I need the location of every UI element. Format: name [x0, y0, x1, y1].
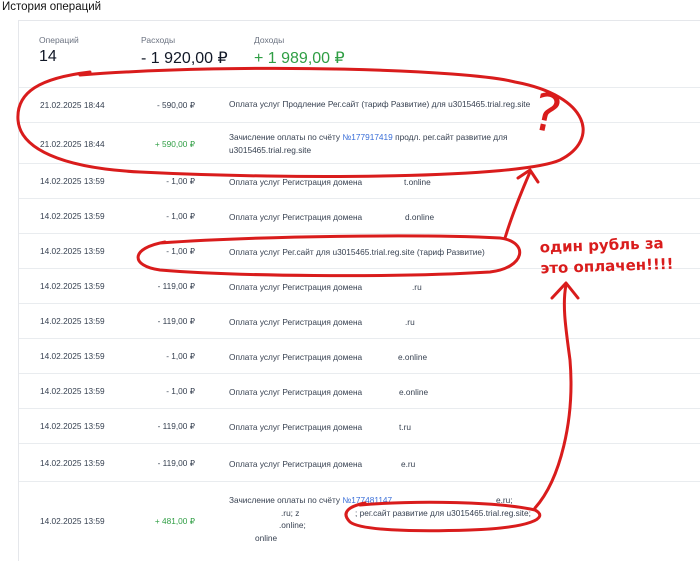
row-description: Оплата услуг Продление Рег.сайт (тариф Р…	[229, 99, 531, 109]
row-description: Оплата услуг Регистрация домена	[229, 459, 363, 469]
row-amount: - 1,00 ₽	[166, 211, 195, 221]
invoice-link[interactable]: №177481147	[342, 495, 392, 505]
row-amount: - 119,00 ₽	[157, 316, 195, 326]
desc-prefix: Зачисление оплаты по счёту	[229, 132, 343, 142]
domain-tail: t.online	[404, 177, 431, 187]
table-row[interactable]: 14.02.2025 13:59 - 1,00 ₽ Оплата услуг Р…	[19, 338, 700, 374]
table-row[interactable]: 21.02.2025 18:44 + 590,00 ₽ Зачисление о…	[19, 122, 700, 164]
row-description: Оплата услуг Регистрация домена	[229, 387, 363, 397]
table-row[interactable]: 14.02.2025 13:59 - 1,00 ₽ Оплата услуг Р…	[19, 163, 700, 199]
row-date: 14.02.2025 13:59	[40, 246, 105, 256]
row-amount: - 119,00 ₽	[157, 421, 195, 431]
domain-tail: t.ru	[399, 422, 411, 432]
row-date: 14.02.2025 13:59	[40, 211, 105, 221]
desc-tail: e.ru;	[496, 495, 513, 505]
summary-income: Доходы + 1 989,00 ₽	[254, 35, 345, 68]
domain-tail: d.online	[405, 212, 435, 222]
row-amount: - 119,00 ₽	[157, 281, 195, 291]
row-date: 14.02.2025 13:59	[40, 421, 105, 431]
row-description: Зачисление оплаты по счёту №177481147	[229, 494, 392, 507]
row-date: 14.02.2025 13:59	[40, 176, 105, 186]
row-amount: - 1,00 ₽	[166, 351, 195, 361]
row-amount: - 590,00 ₽	[156, 100, 195, 110]
income-total: + 1 989,00 ₽	[254, 50, 345, 67]
summary-expenses: Расходы - 1 920,00 ₽	[141, 35, 228, 68]
expenses-total: - 1 920,00 ₽	[141, 50, 228, 67]
domain-tail: e.online	[399, 387, 429, 397]
desc-line2: u3015465.trial.reg.site	[229, 144, 312, 155]
table-row[interactable]: 14.02.2025 13:59 + 481,00 ₽ Зачисление о…	[19, 481, 700, 562]
row-amount: - 1,00 ₽	[166, 246, 195, 256]
expenses-label: Расходы	[141, 35, 176, 45]
table-row[interactable]: 14.02.2025 13:59 - 119,00 ₽ Оплата услуг…	[19, 408, 700, 444]
domain-tail: e.ru	[401, 459, 416, 469]
row-description: Оплата услуг Регистрация домена	[229, 282, 363, 292]
desc-line3: .online;	[279, 520, 306, 530]
summary-operations: Операций 14	[39, 35, 79, 66]
row-date: 14.02.2025 13:59	[40, 386, 105, 396]
row-amount: - 1,00 ₽	[166, 176, 195, 186]
note-text: один рубль за это оплачен!!!!	[539, 234, 674, 278]
domain-tail: .ru	[412, 282, 422, 292]
row-amount: - 1,00 ₽	[166, 386, 195, 396]
row-description: Оплата услуг Регистрация домена	[229, 177, 363, 187]
invoice-link[interactable]: №177917419	[342, 132, 392, 142]
row-description: Оплата услуг Регистрация домена	[229, 317, 363, 327]
table-row[interactable]: 14.02.2025 13:59 - 1,00 ₽ Оплата услуг Р…	[19, 373, 700, 409]
row-description: Оплата услуг Рег.сайт для u3015465.trial…	[229, 247, 485, 257]
page-title: История операций	[2, 1, 102, 13]
operations-panel: Операций 14 Расходы - 1 920,00 ₽ Доходы …	[18, 20, 700, 561]
operations-count: 14	[39, 48, 57, 65]
row-amount: - 119,00 ₽	[157, 458, 195, 468]
domain-tail: .ru	[405, 317, 415, 327]
row-amount: + 481,00 ₽	[154, 516, 195, 526]
income-label: Доходы	[254, 35, 285, 45]
handwritten-note: один рубль за это оплачен!!!!	[539, 233, 680, 280]
desc-line4: online	[255, 532, 278, 543]
domain-tail: e.online	[398, 352, 428, 362]
table-row[interactable]: 21.02.2025 18:44 - 590,00 ₽ Оплата услуг…	[19, 87, 700, 123]
row-description: Оплата услуг Регистрация домена	[229, 422, 363, 432]
row-description: Зачисление оплаты по счёту №177917419 пр…	[229, 131, 507, 156]
row-date: 14.02.2025 13:59	[40, 458, 105, 468]
row-date: 14.02.2025 13:59	[40, 516, 105, 526]
operations-label: Операций	[39, 35, 79, 45]
row-amount: + 590,00 ₽	[154, 139, 195, 149]
row-date: 14.02.2025 13:59	[40, 316, 105, 326]
desc-line2b: ; рег.сайт развитие для u3015465.trial.r…	[355, 507, 531, 518]
desc-line2a: .ru; z	[281, 507, 300, 518]
row-date: 21.02.2025 18:44	[40, 139, 105, 149]
row-date: 14.02.2025 13:59	[40, 351, 105, 361]
row-date: 21.02.2025 18:44	[40, 100, 105, 110]
row-description: Оплата услуг Регистрация домена	[229, 212, 363, 222]
row-description: Оплата услуг Регистрация домена	[229, 352, 363, 362]
desc-prefix: Зачисление оплаты по счёту	[229, 495, 343, 505]
table-row[interactable]: 14.02.2025 13:59 - 119,00 ₽ Оплата услуг…	[19, 303, 700, 339]
table-row[interactable]: 14.02.2025 13:59 - 119,00 ₽ Оплата услуг…	[19, 443, 700, 482]
row-date: 14.02.2025 13:59	[40, 281, 105, 291]
desc-suffix: продл. рег.сайт развитие для	[392, 132, 508, 142]
table-row[interactable]: 14.02.2025 13:59 - 1,00 ₽ Оплата услуг Р…	[19, 198, 700, 234]
